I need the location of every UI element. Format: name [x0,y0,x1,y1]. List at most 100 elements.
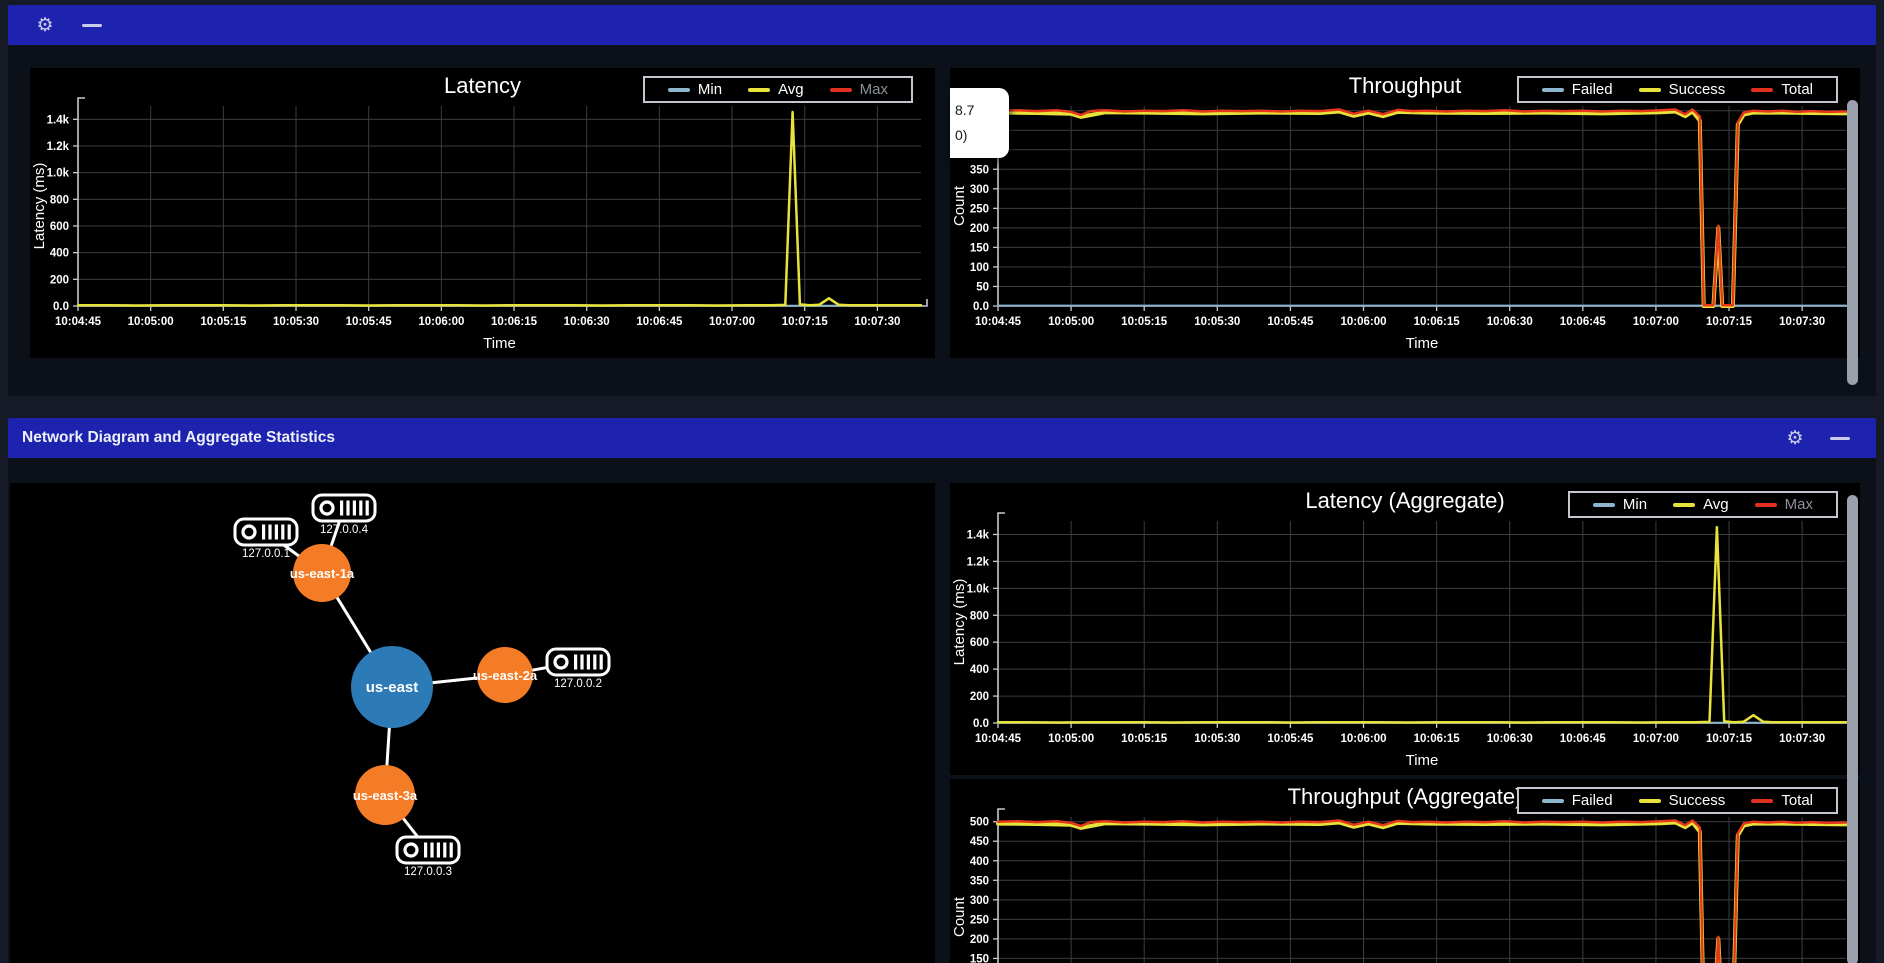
svg-text:10:06:15: 10:06:15 [491,316,538,328]
network-diagram-canvas[interactable]: 127.0.0.1 127.0.0.4 127.0.0.2 127.0.0.3 us-e… [10,483,935,963]
legend-dash-icon [1751,88,1773,92]
y-axis-label: Count [951,185,968,226]
node-label: us-east-3a [353,788,418,803]
server-icon-slot [593,655,596,670]
legend-item-avg[interactable]: Avg [1673,496,1729,513]
svg-text:10:06:30: 10:06:30 [1487,316,1533,328]
zone-node-us-east-1a[interactable]: us-east-1a [290,544,355,602]
svg-text:250: 250 [970,914,989,926]
legend-label: Total [1781,792,1813,809]
throughput-aggregate-chart: Throughput (Aggregate)0.0501001502002503… [950,779,1860,963]
legend-item-max[interactable]: Max [1755,496,1813,513]
legend-label: Success [1669,792,1726,809]
svg-text:10:05:30: 10:05:30 [1194,316,1240,328]
zone-node-us-east[interactable]: us-east [351,646,433,728]
chart-legend: Min Avg Max [1568,491,1838,518]
panel-network-body: 127.0.0.1 127.0.0.4 127.0.0.2 127.0.0.3 us-e… [8,458,1876,963]
chart-canvas-throughput[interactable]: 0.05010015020025030035040045050010:04:45… [950,68,1860,358]
legend-item-max[interactable]: Max [830,81,888,98]
legend-label: Failed [1572,792,1613,809]
server-icon-slot [574,655,577,670]
legend-label: Min [1623,496,1647,513]
legend-item-min[interactable]: Min [1593,496,1647,513]
svg-text:200: 200 [50,274,69,286]
legend-label: Min [698,81,722,98]
svg-text:600: 600 [50,221,69,233]
dashboard-screen: ⚙ Latency0.02004006008001.0k1.2k1.4k10:0… [0,0,1884,963]
node-label: us-east [366,679,419,696]
y-axis-label: Latency (ms) [31,163,48,250]
server-icon-slot [587,655,590,670]
legend-item-total[interactable]: Total [1751,81,1813,98]
server-node-127-0-0-4[interactable]: 127.0.0.4 [313,495,375,536]
x-axis-label: Time [1406,752,1439,769]
legend-dash-icon [830,88,852,92]
legend-label: Failed [1572,81,1613,98]
series-avg [78,112,921,306]
legend-dash-icon [1593,503,1615,507]
chart-canvas-latency[interactable]: 0.02004006008001.0k1.2k1.4k10:04:4510:05… [30,68,935,358]
svg-text:10:06:45: 10:06:45 [1560,733,1607,745]
legend-dash-icon [1639,799,1661,803]
legend-item-success[interactable]: Success [1639,81,1726,98]
minimize-icon[interactable] [1830,437,1850,440]
zone-node-us-east-2a[interactable]: us-east-2a [473,647,538,703]
server-icon-slot [346,501,349,516]
chart-legend: Failed Success Total [1517,76,1838,103]
svg-text:10:07:30: 10:07:30 [854,316,900,328]
server-icon-slot [430,843,433,858]
svg-text:400: 400 [970,856,989,868]
node-label: us-east-1a [290,566,355,581]
legend-dash-icon [668,88,690,92]
svg-text:10:06:00: 10:06:00 [1340,316,1386,328]
svg-text:10:05:30: 10:05:30 [273,316,319,328]
legend-dash-icon [1673,503,1695,507]
server-node-127-0-0-1[interactable]: 127.0.0.1 [235,519,297,560]
server-label: 127.0.0.3 [404,866,452,878]
legend-label: Avg [1703,496,1729,513]
server-icon-slot [340,501,343,516]
svg-text:10:07:15: 10:07:15 [1706,733,1753,745]
panel-network-scrollbar-thumb[interactable] [1847,495,1858,963]
settings-gear-icon[interactable]: ⚙ [1784,429,1806,448]
legend-item-failed[interactable]: Failed [1542,792,1613,809]
server-icon-slot [600,655,603,670]
svg-text:10:06:00: 10:06:00 [1340,733,1386,745]
legend-item-avg[interactable]: Avg [748,81,804,98]
tick-marks [993,822,1802,963]
settings-gear-icon[interactable]: ⚙ [34,16,56,35]
server-node-127-0-0-2[interactable]: 127.0.0.2 [547,649,609,690]
panel-metrics-header: ⚙ [8,5,1876,45]
minimize-icon[interactable] [82,24,102,27]
axes [998,809,1852,963]
latency-chart: Latency0.02004006008001.0k1.2k1.4k10:04:… [30,68,935,358]
panel-metrics-scrollbar-thumb[interactable] [1847,100,1858,385]
svg-text:400: 400 [50,248,69,260]
svg-text:10:06:30: 10:06:30 [564,316,610,328]
server-icon-slot [268,525,271,540]
legend-item-min[interactable]: Min [668,81,722,98]
svg-text:400: 400 [970,664,989,676]
series-avg [998,527,1846,722]
zone-node-us-east-3a[interactable]: us-east-3a [353,765,418,825]
svg-text:10:05:15: 10:05:15 [200,316,247,328]
legend-item-failed[interactable]: Failed [1542,81,1613,98]
server-icon-slot [262,525,265,540]
y-axis-label: Latency (ms) [951,579,968,666]
legend-label: Success [1669,81,1726,98]
legend-item-total[interactable]: Total [1751,792,1813,809]
server-node-127-0-0-3[interactable]: 127.0.0.3 [397,837,459,878]
svg-text:800: 800 [50,194,69,206]
panel-metrics: ⚙ Latency0.02004006008001.0k1.2k1.4k10:0… [8,5,1876,396]
server-icon-slot [353,501,356,516]
legend-item-success[interactable]: Success [1639,792,1726,809]
svg-text:200: 200 [970,934,989,946]
svg-text:1.0k: 1.0k [47,168,70,180]
server-icon-slot [359,501,362,516]
svg-text:10:07:30: 10:07:30 [1779,733,1825,745]
legend-label: Avg [778,81,804,98]
chart-canvas-latency_agg[interactable]: 0.02004006008001.0k1.2k1.4k10:04:4510:05… [950,483,1860,775]
server-label: 127.0.0.1 [242,548,290,560]
svg-text:150: 150 [970,242,989,254]
svg-text:300: 300 [970,184,989,196]
